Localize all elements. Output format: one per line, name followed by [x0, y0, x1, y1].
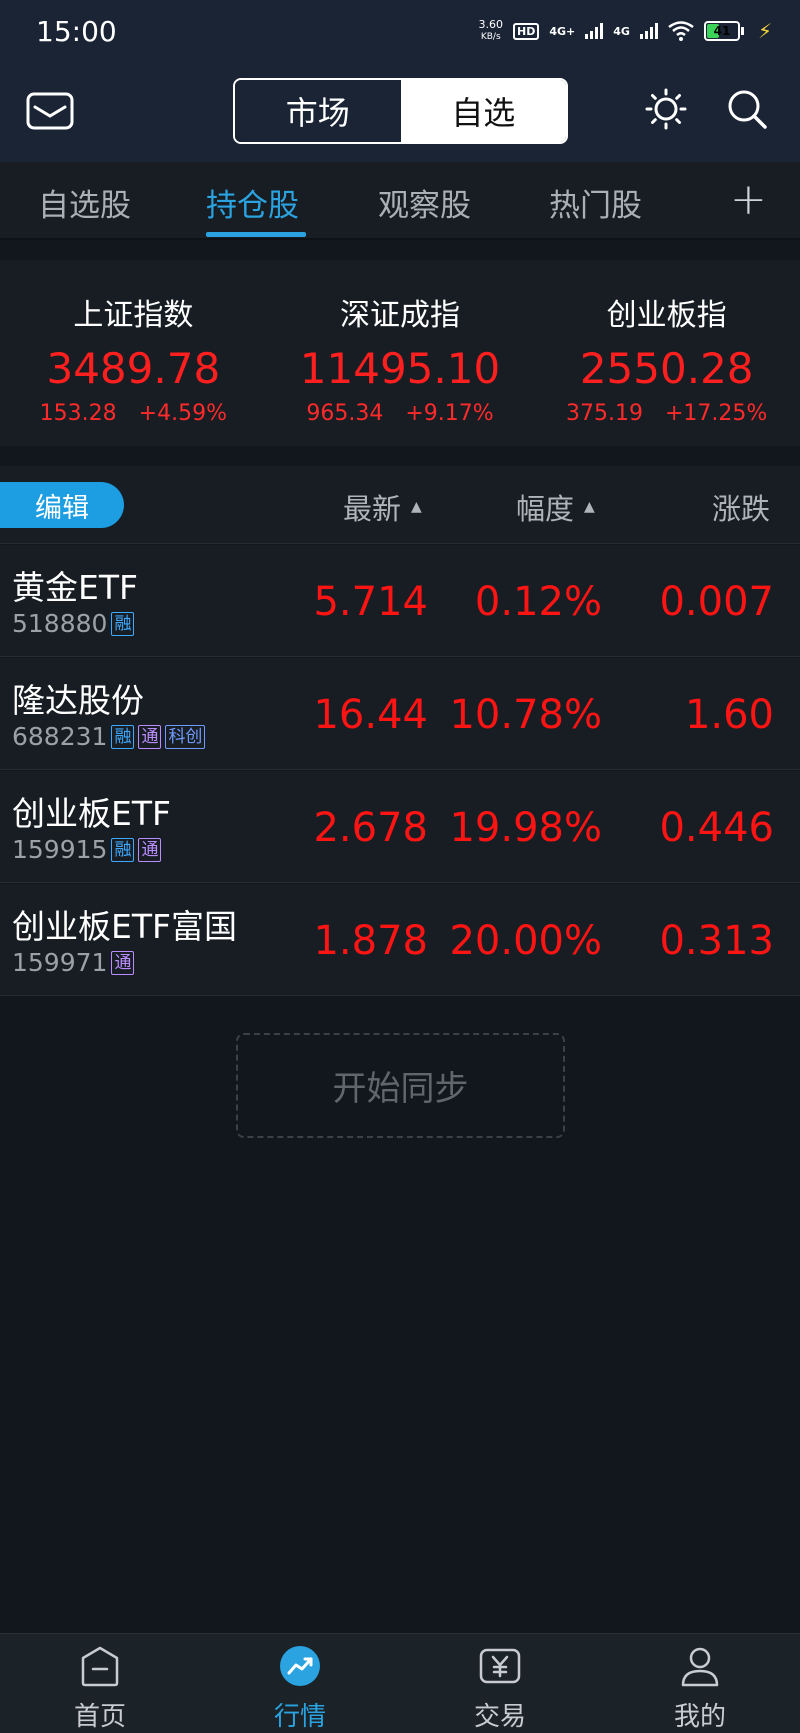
change-pct: 0.12%: [474, 579, 602, 625]
connect-tag: 通: [111, 950, 135, 975]
status-time: 15:00: [36, 14, 117, 48]
star-market-tag: 科创: [165, 724, 206, 749]
stock-row[interactable]: 创业板ETF富国 159971 通 1.878 20.00% 0.313: [0, 884, 800, 996]
app-header: 市场 自选: [0, 62, 800, 162]
sim2-network-tag: 4G: [613, 24, 630, 38]
sort-latest-price[interactable]: 最新 ▲: [343, 486, 422, 528]
home-icon: [81, 1646, 119, 1687]
index-card-chinext[interactable]: 创业板指 2550.28 375.19 +17.25%: [533, 260, 800, 446]
tab-watchlist-stocks[interactable]: 自选股: [38, 180, 131, 225]
margin-tag: 融: [111, 724, 135, 749]
change-pct: 20.00%: [449, 918, 602, 964]
nav-label: 交易: [473, 1702, 526, 1732]
index-value: 3489.78: [46, 344, 221, 393]
stock-row[interactable]: 隆达股份 688231 融 通 科创 16.44 10.78% 1.60: [0, 658, 800, 770]
start-sync-button[interactable]: 开始同步: [236, 1033, 565, 1138]
tab-observation[interactable]: 观察股: [378, 180, 471, 225]
sort-change-pct[interactable]: 幅度 ▲: [516, 486, 595, 528]
segment-watchlist[interactable]: 自选: [400, 80, 566, 142]
tab-hot-stocks[interactable]: 热门股: [549, 180, 642, 225]
latest-price: 5.714: [313, 579, 428, 625]
nav-profile[interactable]: 我的: [600, 1634, 800, 1733]
index-value: 2550.28: [579, 344, 754, 393]
watchlist-tabs: 自选股 持仓股 观察股 热门股 +: [0, 162, 800, 240]
stock-name: 黄金ETF: [12, 568, 138, 607]
stock-name: 创业板ETF: [12, 794, 171, 833]
battery-level: 41: [713, 24, 731, 38]
status-bar: 15:00 3.60 KB/s HD 4G+ 4G 41 ⚡: [0, 0, 800, 62]
index-name: 深证成指: [340, 298, 460, 333]
index-change: 375.19: [566, 401, 643, 426]
index-card-shenzhen[interactable]: 深证成指 11495.10 965.34 +9.17%: [267, 260, 534, 446]
index-summary: 上证指数 3489.78 153.28 +4.59% 深证成指 11495.10…: [0, 260, 800, 446]
add-tab-button[interactable]: +: [730, 174, 767, 225]
change-amount: 0.313: [659, 918, 774, 964]
trade-yuan-icon: [479, 1648, 521, 1684]
stock-row[interactable]: 创业板ETF 159915 融 通 2.678 19.98% 0.446: [0, 771, 800, 883]
nav-label: 我的: [673, 1702, 726, 1732]
market-watchlist-switch: 市场 自选: [233, 78, 568, 144]
sort-arrow-icon: ▲: [584, 499, 595, 515]
col-header-change[interactable]: 涨跌: [712, 486, 770, 528]
profile-icon: [681, 1647, 719, 1687]
hd-icon: HD: [513, 22, 540, 40]
change-amount: 0.446: [659, 805, 774, 851]
change-pct: 19.98%: [449, 805, 602, 851]
sort-arrow-icon: ▲: [411, 499, 422, 515]
stock-code: 159971: [12, 948, 108, 977]
change-amount: 0.007: [659, 579, 774, 625]
message-icon[interactable]: [26, 92, 74, 130]
change-amount: 1.60: [684, 692, 774, 738]
change-pct: 10.78%: [449, 692, 602, 738]
margin-tag: 融: [111, 611, 135, 636]
index-change: 153.28: [39, 401, 117, 426]
stock-code: 688231: [12, 722, 108, 751]
charging-icon: ⚡: [757, 19, 772, 43]
stock-name: 隆达股份: [12, 681, 144, 720]
index-change: 965.34: [306, 401, 384, 426]
edit-button[interactable]: 编辑: [0, 482, 124, 528]
nav-label: 首页: [73, 1702, 126, 1732]
nav-home[interactable]: 首页: [0, 1634, 200, 1733]
stock-name: 创业板ETF富国: [12, 907, 237, 946]
margin-tag: 融: [111, 837, 135, 862]
nav-label: 行情: [273, 1702, 326, 1732]
nav-trade[interactable]: 交易: [400, 1634, 600, 1733]
stock-code: 159915: [12, 835, 108, 864]
theme-toggle-icon[interactable]: [645, 88, 687, 130]
sim2-signal-icon: [639, 23, 658, 39]
index-change-pct: +17.25%: [665, 401, 768, 426]
latest-price: 2.678: [313, 805, 428, 851]
sim1-network-tag: 4G+: [549, 24, 576, 38]
index-card-shanghai[interactable]: 上证指数 3489.78 153.28 +4.59%: [0, 260, 267, 446]
wifi-icon: [668, 21, 694, 41]
active-tab-indicator: [206, 232, 306, 237]
sim1-signal-icon: [585, 23, 604, 39]
latest-price: 1.878: [313, 918, 428, 964]
stock-code: 518880: [12, 609, 108, 638]
search-icon[interactable]: [726, 88, 768, 130]
stock-list-header: 编辑 最新 ▲ 幅度 ▲ 涨跌: [0, 466, 800, 544]
index-change-pct: +4.59%: [138, 401, 227, 426]
stock-row[interactable]: 黄金ETF 518880 融 5.714 0.12% 0.007: [0, 545, 800, 657]
segment-market[interactable]: 市场: [235, 80, 401, 142]
index-name: 创业板指: [606, 298, 727, 333]
nav-market[interactable]: 行情: [200, 1634, 400, 1733]
battery-icon: 41: [703, 21, 744, 41]
index-change-pct: +9.17%: [405, 401, 494, 426]
tab-holdings[interactable]: 持仓股: [206, 180, 299, 225]
connect-tag: 通: [138, 837, 162, 862]
status-indicators: 3.60 KB/s HD 4G+ 4G 41 ⚡: [478, 18, 772, 44]
bottom-nav: 首页 行情 交易 我的: [0, 1633, 800, 1733]
index-name: 上证指数: [73, 298, 194, 333]
net-speed: 3.60 KB/s: [478, 18, 504, 43]
market-trend-icon: [280, 1646, 320, 1686]
index-value: 11495.10: [299, 344, 501, 393]
connect-tag: 通: [138, 724, 162, 749]
latest-price: 16.44: [313, 692, 428, 738]
